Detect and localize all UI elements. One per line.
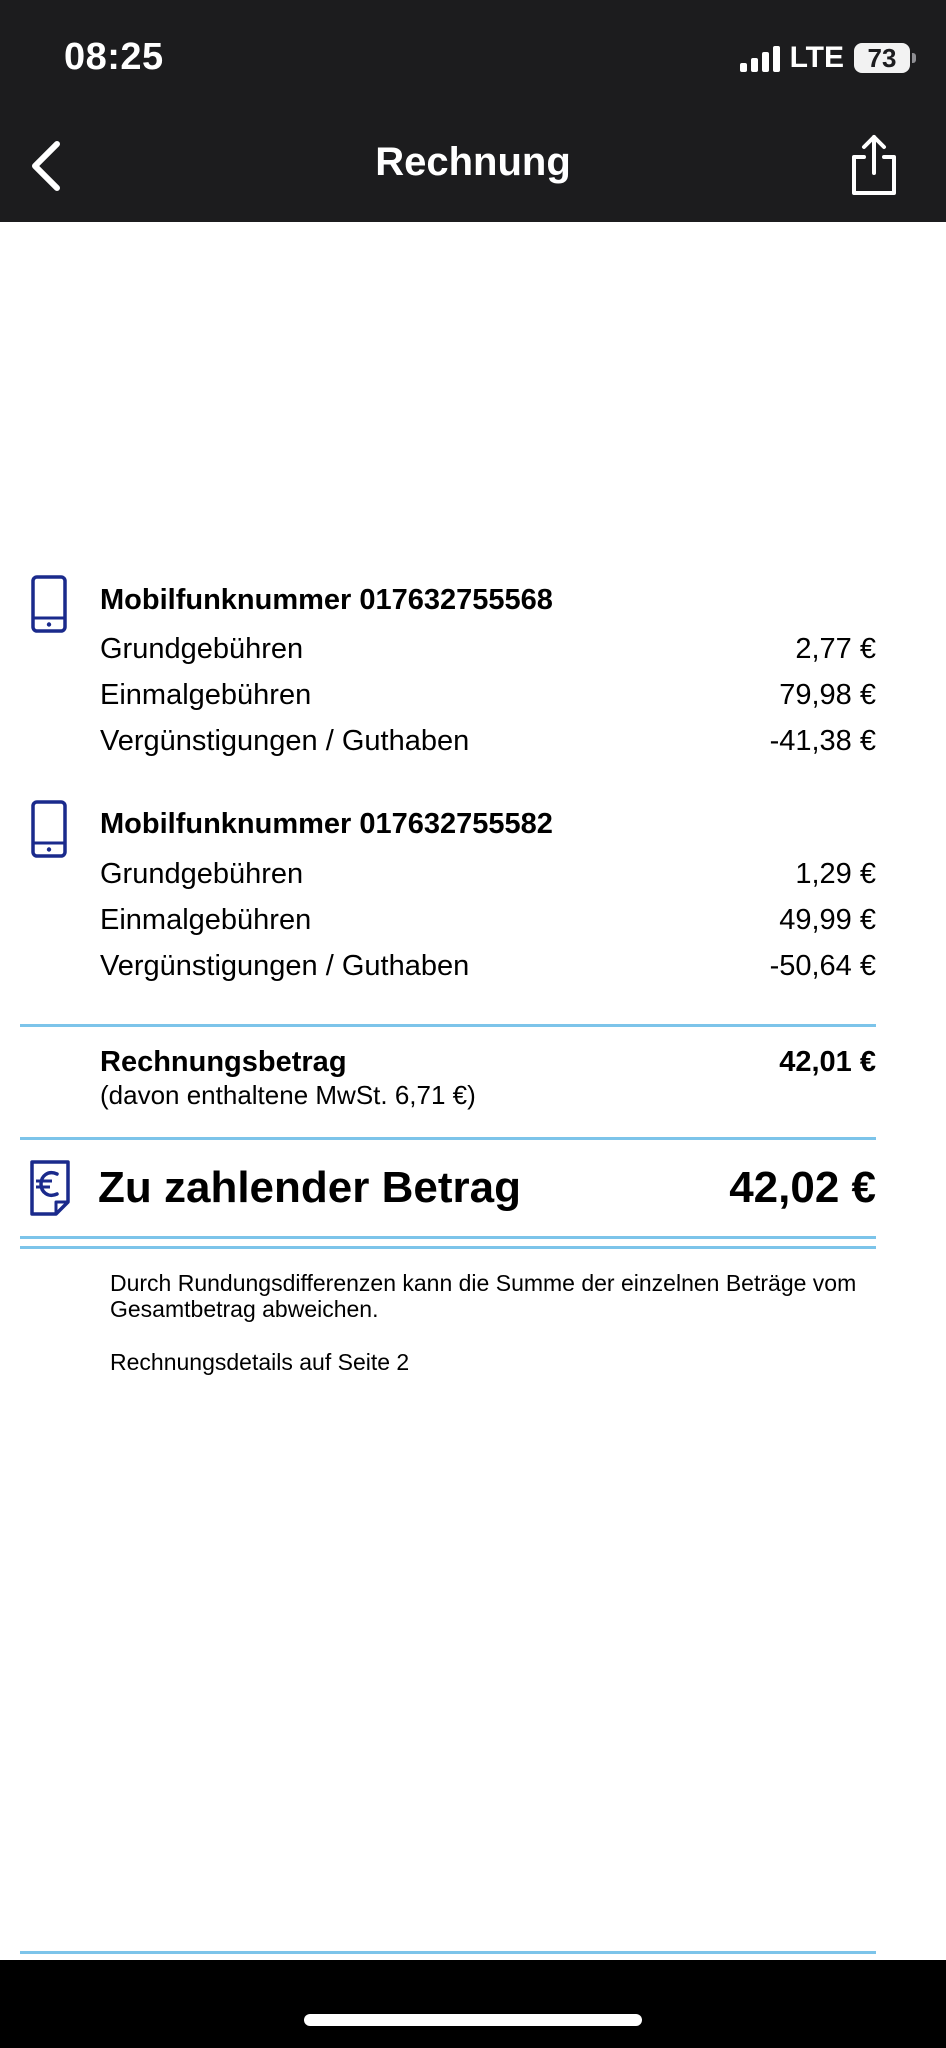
page-title: Rechnung <box>375 140 571 184</box>
vat-note: (davon enthaltene MwSt. 6,71 €) <box>100 1080 476 1110</box>
details-note: Rechnungsdetails auf Seite 2 <box>110 1349 410 1375</box>
divider <box>20 1236 876 1239</box>
battery-level: 73 <box>867 42 897 73</box>
battery-icon: 73 <box>854 42 916 73</box>
fee-label: Grundgebühren <box>100 633 304 665</box>
fee-label: Vergünstigungen / Guthaben <box>100 950 470 982</box>
share-button[interactable] <box>844 130 904 200</box>
status-time: 08:25 <box>64 36 164 78</box>
fee-row: Einmalgebühren 79,98 € <box>100 679 876 712</box>
number-heading: Mobilfunknummer 017632755582 <box>100 808 553 840</box>
fee-row: Einmalgebühren 49,99 € <box>100 904 876 937</box>
home-indicator[interactable] <box>304 2014 642 2026</box>
fee-row: Grundgebühren 1,29 € <box>100 858 876 891</box>
footer-divider <box>20 1951 876 1954</box>
phone-icon <box>31 800 67 858</box>
euro-document-icon <box>30 1160 70 1216</box>
divider <box>20 1246 876 1249</box>
amount-due-value: 42,02 € <box>729 1163 876 1212</box>
invoice-amount-label: Rechnungsbetrag <box>100 1046 347 1078</box>
fee-row: Vergünstigungen / Guthaben -41,38 € <box>100 725 876 758</box>
fee-label: Vergünstigungen / Guthaben <box>100 725 470 757</box>
fee-value: 49,99 € <box>779 904 876 936</box>
status-indicators: LTE 73 <box>739 40 916 76</box>
fee-row: Vergünstigungen / Guthaben -50,64 € <box>100 950 876 983</box>
invoice-amount-value: 42,01 € <box>779 1046 876 1078</box>
fee-label: Grundgebühren <box>100 858 304 890</box>
fee-value: 79,98 € <box>779 679 876 711</box>
divider <box>20 1024 876 1027</box>
top-bar: 08:25 LTE 73 Rechnung <box>0 0 946 222</box>
divider <box>20 1137 876 1140</box>
fee-label: Einmalgebühren <box>100 679 312 711</box>
signal-icon <box>739 44 780 72</box>
fee-value: -50,64 € <box>769 950 876 982</box>
fee-value: 2,77 € <box>795 633 876 665</box>
fee-row: Grundgebühren 2,77 € <box>100 633 876 666</box>
rounding-note: Durch Rundungsdifferenzen kann die Summe… <box>110 1270 857 1322</box>
fee-label: Einmalgebühren <box>100 904 312 936</box>
phone-icon <box>31 575 67 633</box>
fee-value: 1,29 € <box>795 858 876 890</box>
network-label: LTE <box>789 41 844 74</box>
fee-value: -41,38 € <box>769 725 876 757</box>
share-icon <box>852 135 896 195</box>
bottom-bar <box>0 1960 946 2048</box>
number-heading: Mobilfunknummer 017632755568 <box>100 584 553 616</box>
amount-due-label: Zu zahlender Betrag <box>98 1163 521 1212</box>
